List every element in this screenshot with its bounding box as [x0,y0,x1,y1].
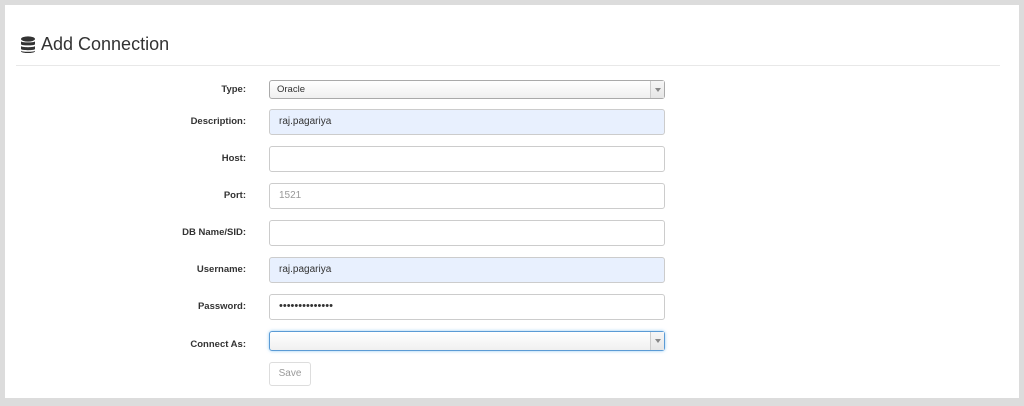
add-connection-panel: Add Connection Type: Oracle Description:… [5,5,1019,398]
username-input[interactable]: raj.pagariya [269,257,665,283]
username-row: Username: raj.pagariya [5,257,1019,283]
username-value: raj.pagariya [279,264,332,275]
type-row: Type: Oracle [5,80,1019,106]
connect-as-row: Connect As: [5,330,1019,356]
connect-as-select[interactable] [269,331,665,351]
username-label: Username: [196,264,246,275]
page-title: Add Connection [41,34,170,54]
dbname-input[interactable] [269,220,665,246]
save-button[interactable]: Save [269,362,311,386]
port-row: Port: 1521 [5,183,1019,209]
description-row: Description: raj.pagariya [5,109,1019,135]
dbname-row: DB Name/SID: [5,220,1019,246]
type-select[interactable]: Oracle [269,80,665,99]
chevron-down-icon[interactable] [650,332,664,350]
chevron-down-icon[interactable] [650,81,664,98]
host-input[interactable] [269,146,665,172]
host-label: Host: [221,153,246,164]
database-icon [21,36,35,53]
password-label: Password: [197,301,246,312]
password-row: Password: •••••••••••••• [5,294,1019,320]
type-select-value: Oracle [277,84,305,95]
description-value: raj.pagariya [279,116,332,127]
password-value: •••••••••••••• [279,300,333,312]
port-label: Port: [223,190,246,201]
password-input[interactable]: •••••••••••••• [269,294,665,320]
port-placeholder: 1521 [279,190,302,201]
description-input[interactable]: raj.pagariya [269,109,665,135]
description-label: Description: [190,116,246,127]
type-label: Type: [221,84,246,95]
host-row: Host: [5,146,1019,172]
port-input[interactable]: 1521 [269,183,665,209]
panel-header: Add Connection [16,31,1000,66]
dbname-label: DB Name/SID: [182,227,246,238]
connect-as-label: Connect As: [190,339,246,350]
